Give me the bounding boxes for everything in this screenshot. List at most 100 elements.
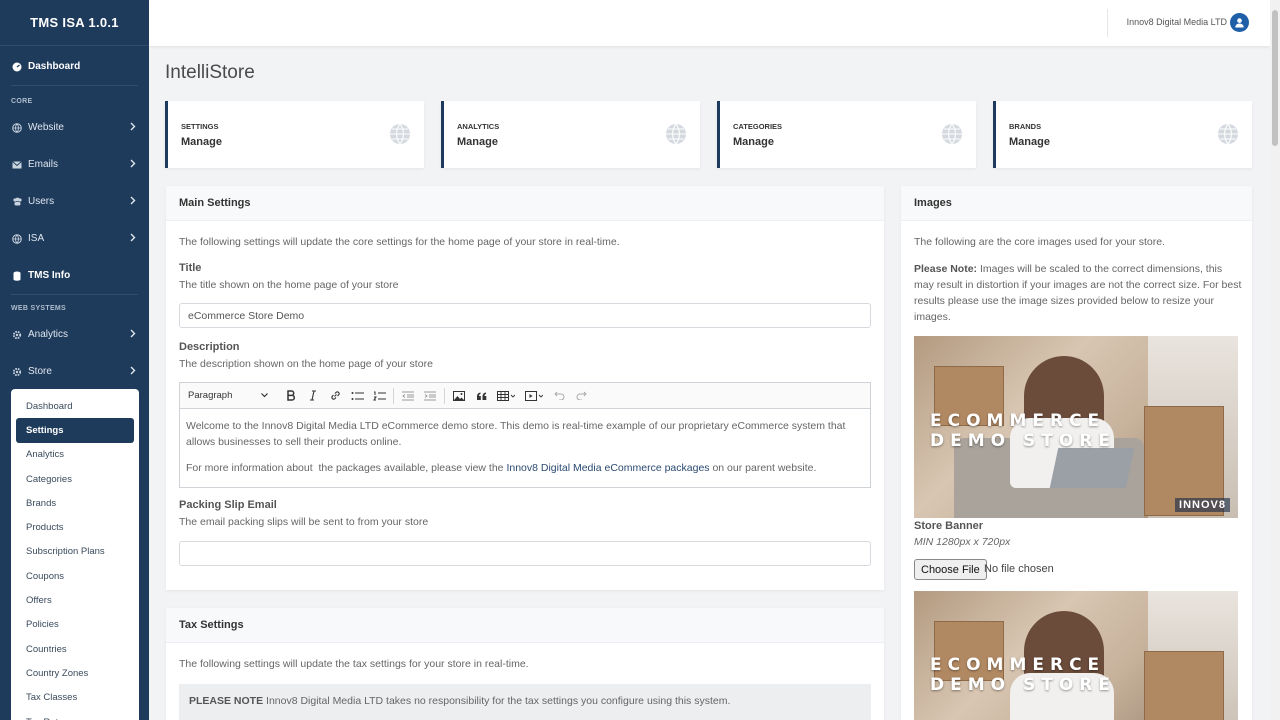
outdent-button[interactable]: [397, 386, 419, 406]
submenu-item-country-zones[interactable]: Country Zones: [11, 661, 139, 685]
panel-heading: Tax Settings: [166, 608, 884, 643]
block-format-select[interactable]: Paragraph: [188, 390, 272, 401]
banner-line: ECOMMERCE: [930, 655, 1106, 675]
image-button[interactable]: [448, 386, 470, 406]
sidebar-heading-core: CORE: [11, 97, 33, 105]
database-icon: [11, 270, 23, 282]
gear-icon: [11, 329, 23, 341]
panel-heading: Images: [901, 186, 1252, 221]
submenu-item-tax-classes[interactable]: Tax Classes: [11, 686, 139, 710]
bold-button[interactable]: [280, 386, 302, 406]
sidebar-item-users[interactable]: Users: [0, 183, 149, 220]
card-label: ANALYTICS: [457, 122, 500, 131]
redo-button[interactable]: [570, 386, 592, 406]
numbered-list-button[interactable]: [368, 386, 390, 406]
submenu-item-subscription-plans[interactable]: Subscription Plans: [11, 540, 139, 564]
globe-icon: [389, 123, 411, 148]
sidebar-item-analytics[interactable]: Analytics: [0, 316, 149, 353]
topbar: Innov8 Digital Media LTD: [149, 0, 1270, 46]
page-title: IntelliStore: [165, 62, 255, 83]
packing-slip-email-input[interactable]: [179, 541, 871, 566]
card-categories[interactable]: CATEGORIES Manage: [717, 101, 976, 168]
title-input[interactable]: eCommerce Store Demo: [179, 303, 871, 328]
italic-button[interactable]: [302, 386, 324, 406]
editor-content[interactable]: Welcome to the Innov8 Digital Media LTD …: [180, 409, 870, 495]
divider: [11, 294, 138, 295]
numbered-list-icon: [372, 391, 386, 400]
media-button[interactable]: [520, 386, 548, 406]
card-settings[interactable]: SETTINGS Manage: [165, 101, 424, 168]
bullet-list-icon: [351, 391, 364, 400]
submenu-item-policies[interactable]: Policies: [11, 613, 139, 637]
submenu-item-tax-rates[interactable]: Tax Rates: [11, 710, 139, 720]
app-title: TMS ISA 1.0.1: [0, 0, 149, 46]
globe-icon: [665, 123, 687, 148]
undo-button[interactable]: [548, 386, 570, 406]
indent-icon: [424, 391, 436, 400]
submenu-item-categories[interactable]: Categories: [11, 467, 139, 491]
sidebar-item-emails[interactable]: Emails: [0, 146, 149, 183]
chevron-right-icon: [130, 233, 136, 245]
indent-button[interactable]: [419, 386, 441, 406]
link-button[interactable]: [324, 386, 346, 406]
card-analytics[interactable]: ANALYTICS Manage: [441, 101, 700, 168]
sidebar-item-label: Website: [28, 122, 64, 133]
sidebar-item-label: Emails: [28, 159, 59, 170]
sidebar-item-tms-info[interactable]: TMS Info: [0, 257, 149, 294]
choose-file-button[interactable]: Choose File: [914, 559, 987, 580]
sidebar-item-store[interactable]: Store: [0, 353, 149, 390]
avatar[interactable]: [1230, 13, 1249, 32]
globe-icon: [11, 233, 23, 245]
bullet-list-button[interactable]: [346, 386, 368, 406]
description-editor[interactable]: Paragraph Welcome to the Innov8 Digital …: [179, 382, 871, 488]
user-name[interactable]: Innov8 Digital Media LTD: [1127, 17, 1227, 27]
sidebar-item-label: Store: [28, 366, 52, 377]
editor-paragraph: Welcome to the Innov8 Digital Media LTD …: [186, 420, 846, 448]
brand-logo: INNOV8: [1175, 498, 1230, 512]
dashboard-icon: [11, 61, 23, 73]
editor-text: For more information about the packages …: [186, 462, 507, 474]
card-label: CATEGORIES: [733, 122, 783, 131]
note-bold: PLEASE NOTE: [189, 695, 264, 707]
submenu-item-countries[interactable]: Countries: [11, 637, 139, 661]
panel-intro: The following settings will update the t…: [179, 658, 529, 670]
card-brands[interactable]: BRANDS Manage: [993, 101, 1252, 168]
sidebar-item-label: ISA: [28, 233, 45, 244]
quote-icon: [476, 392, 486, 400]
sidebar-heading-web-systems: WEB SYSTEMS: [11, 304, 67, 312]
card-value: Manage: [181, 136, 222, 148]
panel-heading: Main Settings: [166, 186, 884, 221]
scrollbar-thumb[interactable]: [1272, 10, 1278, 146]
sidebar-item-label: Users: [28, 196, 55, 207]
table-button[interactable]: [492, 386, 520, 406]
editor-text: on our parent website.: [709, 462, 817, 474]
submenu-item-products[interactable]: Products: [11, 515, 139, 539]
chevron-down-icon: [261, 393, 268, 398]
card-value: Manage: [1009, 136, 1050, 148]
divider: [11, 85, 138, 86]
chevron-right-icon: [130, 366, 136, 378]
submenu-item-offers[interactable]: Offers: [11, 588, 139, 612]
sidebar-item-website[interactable]: Website: [0, 109, 149, 146]
submenu-item-settings[interactable]: Settings: [16, 418, 134, 443]
envelope-icon: [11, 159, 23, 171]
title-label: Title: [179, 262, 202, 274]
chevron-right-icon: [130, 329, 136, 341]
sidebar-item-isa[interactable]: ISA: [0, 220, 149, 257]
editor-paragraph: For more information about the packages …: [186, 460, 864, 476]
submenu-item-brands[interactable]: Brands: [11, 491, 139, 515]
blockquote-button[interactable]: [470, 386, 492, 406]
submenu-item-dashboard[interactable]: Dashboard: [11, 394, 139, 418]
packages-link[interactable]: Innov8 Digital Media eCommerce packages: [506, 462, 709, 474]
page-scrollbar[interactable]: [1270, 0, 1280, 720]
banner-text: ECOMMERCE DEMO STORE: [930, 655, 1116, 695]
sidebar-item-dashboard[interactable]: Dashboard: [0, 48, 149, 85]
store-submenu: Dashboard Settings Analytics Categories …: [11, 389, 139, 720]
globe-icon: [11, 122, 23, 134]
submenu-item-coupons[interactable]: Coupons: [11, 564, 139, 588]
banner-text: ECOMMERCE DEMO STORE: [930, 411, 1116, 451]
laptop-shape: [1049, 448, 1135, 488]
submenu-item-analytics[interactable]: Analytics: [11, 443, 139, 467]
card-value: Manage: [733, 136, 774, 148]
link-icon: [330, 391, 340, 400]
